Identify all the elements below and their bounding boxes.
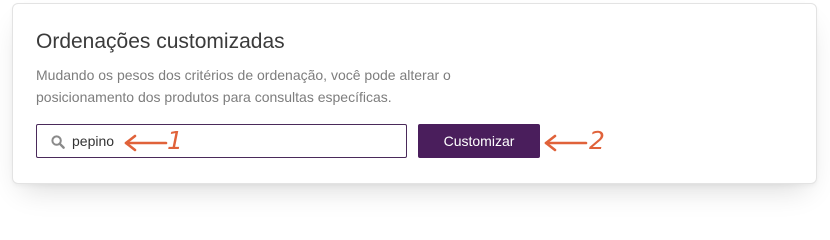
left-arrow-icon (124, 134, 168, 152)
search-input[interactable] (72, 125, 372, 157)
customize-button[interactable]: Customizar (418, 124, 540, 158)
card-description: Mudando os pesos dos critérios de ordena… (36, 67, 451, 105)
annotation-2: 2 (543, 126, 608, 156)
annotation-label: 1 (167, 126, 183, 155)
custom-sorting-card: Ordenações customizadas Mudando os pesos… (12, 3, 817, 184)
left-arrow-icon (544, 134, 588, 152)
annotation-1: 1 (123, 126, 183, 156)
card-title: Ordenações customizadas (36, 30, 285, 53)
search-field[interactable] (36, 124, 407, 158)
search-icon (51, 135, 65, 149)
annotation-label: 2 (589, 126, 605, 155)
